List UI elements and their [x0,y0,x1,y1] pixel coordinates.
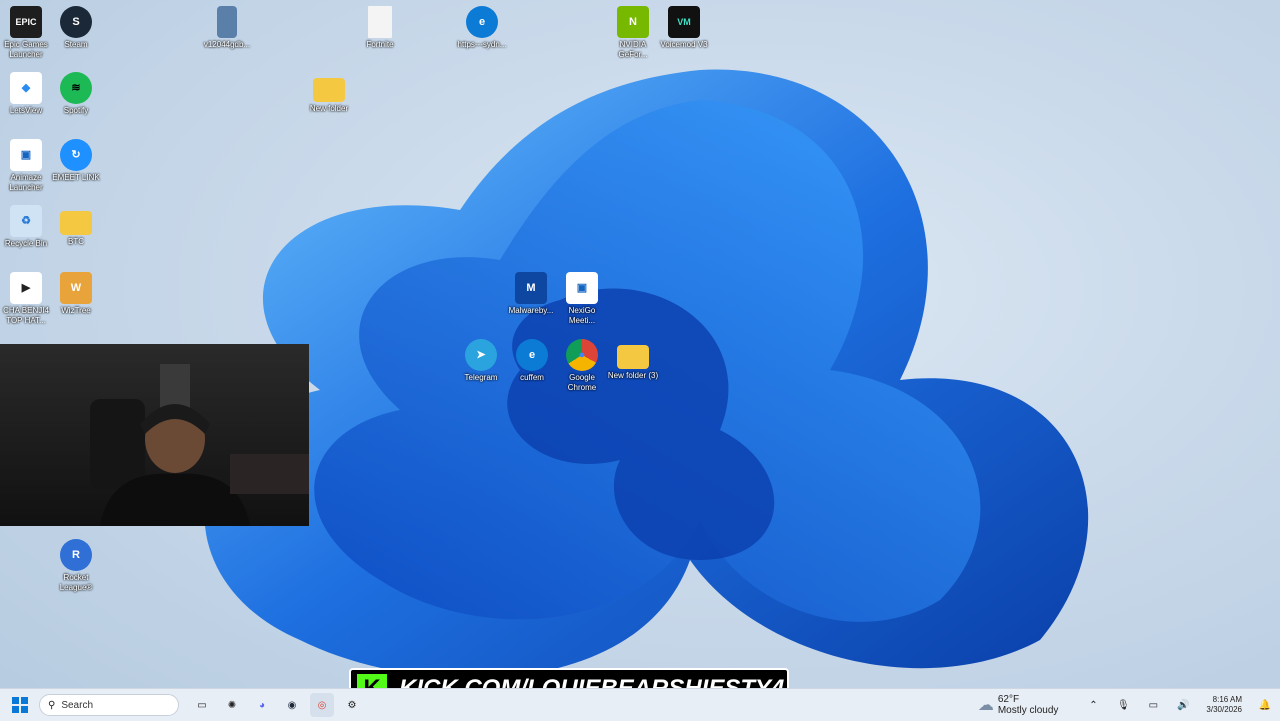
document-icon [368,6,392,38]
spotify-icon: ≋ [60,72,92,104]
steam-icon: S [60,6,92,38]
taskbar-search[interactable]: ⚲ Search [39,694,179,716]
epic-games-icon: EPIC [10,6,42,38]
telegram-icon: ➤ [465,339,497,371]
clock-date: 3/30/2026 [1206,705,1242,714]
chevron-up-icon: ⌃ [1089,699,1098,711]
voicemod-icon: VM [668,6,700,38]
edge-icon: e [466,6,498,38]
rocket-league-icon: R [60,539,92,571]
volume-icon: 🔊 [1177,699,1190,711]
volume-tray-button[interactable]: 🔊 [1171,693,1195,717]
desktop-icon-btc-folder[interactable]: BTC [50,205,102,247]
microphone-tray-button[interactable]: 🎙 [1111,693,1135,717]
desktop-icon-nexigo[interactable]: ▣ NexiGo Meeti... [556,272,608,326]
desktop-icon-new-folder[interactable]: New folder [303,72,355,114]
steam-taskbar-button[interactable]: ◉ [280,693,304,717]
letsview-icon: ◆ [10,72,42,104]
chatgpt-icon: ✺ [227,699,237,711]
desktop-icon-voicemod[interactable]: VM Voicemod V3 [658,6,710,50]
desktop-icon-spotify[interactable]: ≋ Spotify [50,72,102,116]
tray-overflow-button[interactable]: ⌃ [1081,693,1105,717]
weather-temp: 62°F [997,694,1020,705]
search-icon: ⚲ [48,699,56,711]
network-tray-button[interactable]: ▭ [1141,693,1165,717]
weather-widget[interactable]: ☁ 62°F Mostly cloudy [978,694,1059,716]
chrome-icon: ◎ [317,699,327,711]
steam-icon: ◉ [287,699,297,711]
chrome-taskbar-button[interactable]: ◎ [310,693,334,717]
desktop-icon-epic-games[interactable]: EPIC Epic Games Launcher [0,6,52,60]
discord-icon: ◕ [258,699,266,711]
folder-icon [60,211,92,235]
desktop-icon-image-file[interactable]: v12044gdb... [201,6,253,50]
notification-icon: 🔔 [1258,699,1272,711]
weather-condition: Mostly cloudy [997,705,1059,716]
desktop-icon-edge-link[interactable]: e https---sydn... [456,6,508,50]
image-file-icon [217,6,237,38]
task-view-icon: ▭ [197,699,207,711]
desktop-icon-wiztree[interactable]: W WizTree [50,272,102,316]
video-file-icon: ▶ [10,272,42,304]
desktop-icon-nvidia[interactable]: N NVIDIA GeFor... [607,6,659,60]
recycle-bin-icon: ♻ [10,205,42,237]
desktop-icon-video-file[interactable]: ▶ CHA BENJI4 TOP HAT... [0,272,52,326]
desktop-icon-fortnite[interactable]: Fortnite [354,6,406,50]
desktop-icon-malwarebytes[interactable]: M Malwareby... [505,272,557,316]
settings-icon: ⚙ [347,699,357,711]
desktop-icon-rocket-league[interactable]: R Rocket League® [50,539,102,593]
desktop-icon-recycle-bin[interactable]: ♻ Recycle Bin [0,205,52,249]
search-placeholder: Search [61,699,94,711]
desktop-icon-steam[interactable]: S Steam [50,6,102,50]
desktop-icon-emeet[interactable]: ↻ EMEET LINK [50,139,102,183]
desktop-icon-new-folder-3[interactable]: New folder (3) [607,339,659,381]
network-icon: ▭ [1148,699,1159,711]
nvidia-icon: N [617,6,649,38]
discord-taskbar-button[interactable]: ◕ [250,693,274,717]
webcam-overlay [0,344,309,526]
chatgpt-taskbar-button[interactable]: ✺ [220,693,244,717]
desktop-icon-telegram[interactable]: ➤ Telegram [455,339,507,383]
cloud-icon: ☁ [977,696,994,714]
nexigo-icon: ▣ [566,272,598,304]
clock[interactable]: 8:16 AM 3/30/2026 [1206,695,1242,715]
clock-time: 8:16 AM [1212,695,1242,704]
notifications-button[interactable]: 🔔 [1253,693,1277,717]
desktop-icon-letsview[interactable]: ◆ LetsView [0,72,52,116]
malwarebytes-icon: M [515,272,547,304]
microphone-icon: 🎙 [1117,699,1130,711]
taskbar: ⚲ Search ▭ ✺ ◕ ◉ ◎ ⚙ ☁ 62°F Mostly cloud… [0,688,1280,721]
webcam-feed [90,364,309,526]
settings-taskbar-button[interactable]: ⚙ [340,693,364,717]
edge-icon: e [516,339,548,371]
start-icon [12,697,28,713]
chrome-icon: ● [566,339,598,371]
system-tray: ☁ 62°F Mostly cloudy ⌃ 🎙 ▭ 🔊 8:16 AM 3/3… [978,689,1280,721]
start-button[interactable] [8,693,32,717]
desktop-icon-google-chrome[interactable]: ● Google Chrome [556,339,608,393]
desktop-icon-cuffem[interactable]: e cuffem [506,339,558,383]
desktop-icon-animaze[interactable]: ▣ Animaze Launcher [0,139,52,193]
folder-icon [313,78,345,102]
animaze-icon: ▣ [10,139,42,171]
emeet-icon: ↻ [60,139,92,171]
wiztree-icon: W [60,272,92,304]
folder-icon [617,345,649,369]
task-view-button[interactable]: ▭ [190,693,214,717]
